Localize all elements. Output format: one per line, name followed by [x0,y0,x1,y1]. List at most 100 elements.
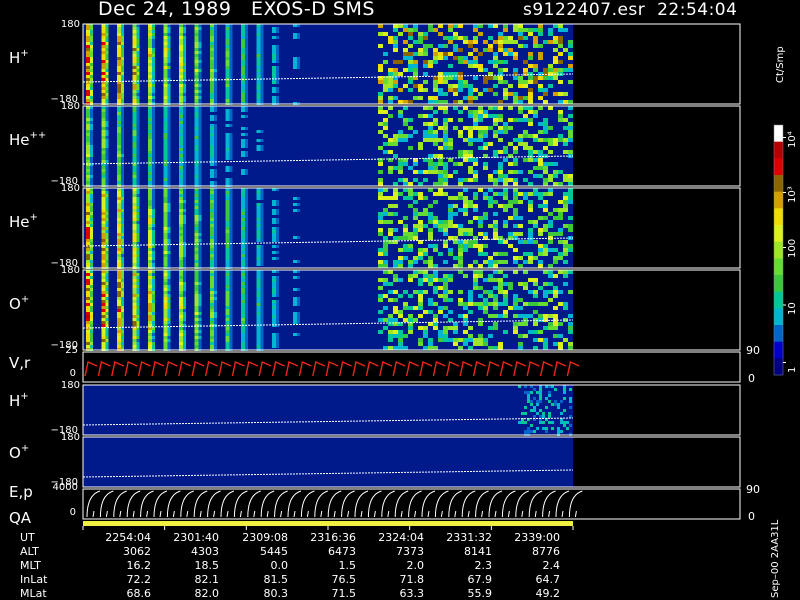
spectral-cell [393,72,398,76]
spectral-cell [260,273,264,276]
spectral-cell [167,139,171,142]
spectral-cell [256,209,261,212]
spectral-cell [183,336,186,339]
spectral-cell [458,182,463,186]
spectral-cell [473,270,478,274]
spectral-cell [493,114,498,118]
spectral-cell [245,57,248,60]
spectral-cell [433,138,438,142]
spectral-cell [179,42,183,45]
spectral-cell [183,294,186,297]
spectral-cell [423,130,428,134]
spectral-cell [272,209,276,212]
spectral-cell [198,224,202,227]
spectral-cell [121,169,124,172]
spectral-cell [183,312,186,315]
spectral-cell [548,270,553,274]
spectral-cell [105,254,109,257]
spectral-cell [101,109,106,112]
spectral-cell [498,260,503,264]
spectral-cell [468,310,473,314]
spectral-cell [194,175,199,178]
spectral-cell [563,28,568,32]
spectral-cell [194,81,199,84]
spectral-cell [276,90,279,93]
spectral-cell [179,239,183,242]
spectral-cell [101,239,106,242]
spectral-cell [101,324,106,327]
spectral-cell [433,162,438,166]
ephemeris-value: 82.1 [194,573,220,586]
spectral-cell [241,273,245,276]
spectral-cell [508,126,513,130]
spectral-cell [533,330,538,334]
spectral-cell [148,257,152,260]
spectral-cell [413,270,418,274]
spectral-cell [105,215,109,218]
spectral-cell [523,270,528,274]
spectral-cell [136,227,140,230]
spectral-cell [105,273,109,276]
spectral-cell [493,130,498,134]
spectral-cell [563,192,568,196]
spectral-cell [101,230,106,233]
spectral-cell [513,248,518,252]
spectral-cell [86,279,90,282]
y-tick-top: 180 [60,19,80,30]
spectral-cell [548,415,551,418]
spectral-cell [508,84,513,88]
spectral-cell [272,288,276,291]
spectral-cell [408,204,413,208]
spectral-cell [210,36,214,39]
spectral-cell [443,178,448,182]
spectral-cell [167,209,171,212]
spectral-cell [229,236,233,239]
spectral-cell [194,276,199,279]
spectral-cell [245,30,248,33]
spectral-cell [121,197,124,200]
spectral-cell [163,239,168,242]
spectral-cell [152,342,155,345]
spectral-cell [229,48,233,51]
spectral-cell [438,182,443,186]
spectral-cell [152,230,155,233]
spectral-cell [152,257,155,260]
spectral-cell [167,215,171,218]
spectral-cell [86,121,90,124]
spectral-cell [194,69,199,72]
spectral-cell [563,142,568,146]
spectral-cell [86,99,90,102]
spectral-cell [478,32,483,36]
spectral-cell [473,88,478,92]
spectral-cell [478,130,483,134]
ephemeris-value: 2254:04 [105,531,151,544]
y-tick-top: 180 [60,432,80,443]
spectral-cell [132,257,137,260]
spectral-cell [448,212,453,216]
spectral-cell [538,56,543,60]
spectral-cell [229,233,233,236]
spectral-cell [86,60,90,63]
spectral-cell [194,191,199,194]
spectral-cell [468,298,473,302]
spectral-cell [167,42,171,45]
spectral-cell [503,126,508,130]
spectral-cell [503,40,508,44]
spectral-cell [225,285,230,288]
spectral-cell [256,297,261,300]
spectral-cell [533,134,538,138]
spectral-cell [163,300,168,303]
spectral-cell [453,224,458,228]
spectral-cell [241,212,245,215]
spectral-cell [256,145,261,148]
spectral-cell [533,138,538,142]
spectral-cell [483,80,488,84]
spectral-cell [86,309,90,312]
spectral-cell [408,36,413,40]
spectral-cell [179,218,183,221]
spectral-cell [542,427,545,430]
spectral-cell [105,69,109,72]
spectral-cell [105,96,109,99]
spectral-cell [198,112,202,115]
spectral-cell [513,24,518,28]
